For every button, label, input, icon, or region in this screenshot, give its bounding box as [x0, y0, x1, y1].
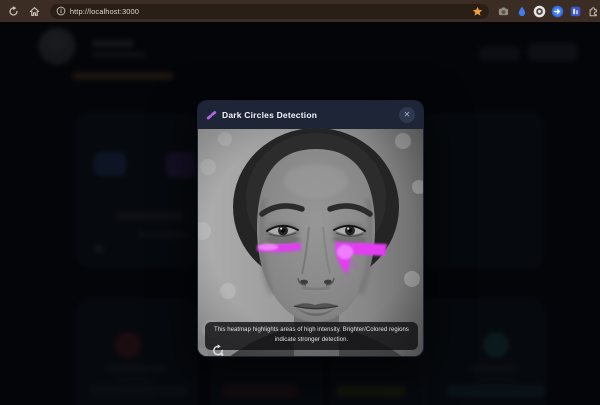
square-extension-icon[interactable]	[569, 5, 582, 18]
modal-header: Dark Circles Detection ✕	[198, 101, 423, 129]
bookmark-star-icon[interactable]	[472, 6, 483, 17]
home-icon	[29, 6, 40, 16]
reload-icon	[9, 5, 18, 16]
camera-extension-icon[interactable]	[497, 5, 510, 18]
reload-button[interactable]	[6, 3, 21, 19]
drop-extension-icon[interactable]	[515, 5, 528, 18]
extension-icons	[497, 5, 600, 18]
puzzle-extensions-icon[interactable]	[587, 5, 600, 18]
modal-body: This heatmap highlights areas of high in…	[198, 129, 423, 356]
browser-toolbar: http://localhost:3000	[0, 0, 600, 22]
modal-title: Dark Circles Detection	[222, 110, 318, 120]
browser-window: http://localhost:3000 Dark Circles Detec…	[0, 0, 600, 405]
close-button[interactable]: ✕	[399, 107, 415, 123]
rotate-button[interactable]	[210, 344, 225, 356]
rotate-icon	[212, 344, 223, 356]
site-info-icon	[56, 6, 66, 16]
heatmap-caption: This heatmap highlights areas of high in…	[205, 322, 418, 350]
dark-circles-modal: Dark Circles Detection ✕ This heatmap hi…	[197, 100, 424, 357]
home-button[interactable]	[27, 3, 42, 19]
sparkle-link-icon	[206, 110, 217, 119]
url-text[interactable]: http://localhost:3000	[70, 7, 472, 16]
arrow-extension-icon[interactable]	[551, 5, 564, 18]
address-bar[interactable]: http://localhost:3000	[49, 3, 489, 19]
ring-extension-icon[interactable]	[533, 5, 546, 18]
